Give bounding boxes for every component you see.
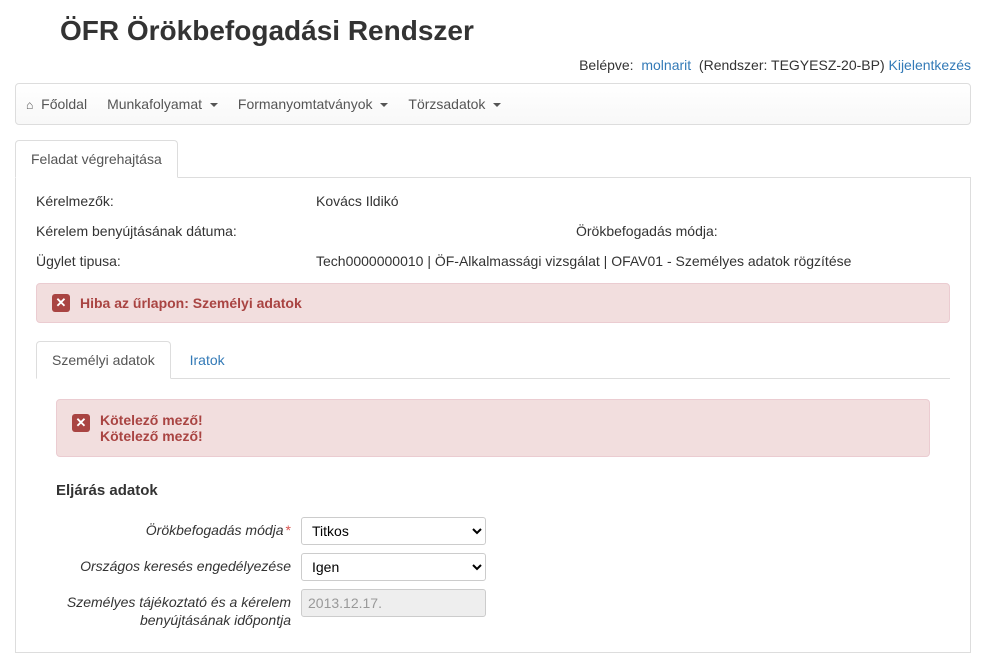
logout-link[interactable]: Kijelentkezés xyxy=(889,57,972,73)
user-bar: Belépve: molnarit (Rendszer: TEGYESZ-20-… xyxy=(0,52,986,83)
nav-forms[interactable]: Formanyomtatványok xyxy=(228,84,399,124)
tab-documents[interactable]: Iratok xyxy=(175,342,240,378)
form-error-text: Hiba az űrlapon: Személyi adatok xyxy=(80,295,302,311)
required-error-line: Kötelező mező! xyxy=(100,428,203,444)
system-label: (Rendszer: TEGYESZ-20-BP) xyxy=(699,57,885,73)
nav-master-data[interactable]: Törzsadatok xyxy=(398,84,511,124)
tab-personal-data[interactable]: Személyi adatok xyxy=(36,341,171,379)
submission-date-label: Kérelem benyújtásának dátuma: xyxy=(36,223,316,239)
section-title-procedure: Eljárás adatok xyxy=(56,482,930,499)
home-icon: ⌂ xyxy=(26,98,33,112)
caret-icon xyxy=(210,103,218,107)
submission-date-value xyxy=(316,223,576,239)
logged-in-label: Belépve: xyxy=(579,57,633,73)
national-search-select[interactable]: Igen xyxy=(301,553,486,581)
applicants-label: Kérelmezők: xyxy=(36,193,316,209)
nav-home-label: Főoldal xyxy=(41,96,87,112)
caret-icon xyxy=(380,103,388,107)
case-type-value: Tech0000000010 | ÖF-Alkalmassági vizsgál… xyxy=(316,253,950,269)
nav-label: Munkafolyamat xyxy=(107,96,202,112)
error-icon: ✕ xyxy=(52,294,70,312)
case-type-label: Ügylet tipusa: xyxy=(36,253,316,269)
adoption-mode-summary-label: Örökbefogadás módja: xyxy=(576,223,718,239)
task-panel: Kérelmezők: Kovács Ildikó Kérelem benyúj… xyxy=(15,178,971,653)
main-nav: ⌂ Főoldal Munkafolyamat Formanyomtatvány… xyxy=(15,83,971,125)
nav-home[interactable]: ⌂ Főoldal xyxy=(16,84,97,124)
username-link[interactable]: molnarit xyxy=(641,57,691,73)
error-icon: ✕ xyxy=(72,414,90,432)
app-title: ÖFR Örökbefogadási Rendszer xyxy=(60,15,986,47)
tab-task-execution[interactable]: Feladat végrehajtása xyxy=(15,140,178,178)
nav-workflow[interactable]: Munkafolyamat xyxy=(97,84,228,124)
applicants-value: Kovács Ildikó xyxy=(316,193,950,209)
submission-time-label: Személyes tájékoztató és a kérelem benyú… xyxy=(56,589,301,629)
required-field-error: ✕ Kötelező mező! Kötelező mező! xyxy=(56,399,930,457)
adoption-mode-label: Örökbefogadás módja* xyxy=(56,517,301,539)
nav-label: Törzsadatok xyxy=(408,96,485,112)
nav-label: Formanyomtatványok xyxy=(238,96,373,112)
form-error-banner: ✕ Hiba az űrlapon: Személyi adatok xyxy=(36,283,950,323)
submission-time-input xyxy=(301,589,486,617)
outer-tab-bar: Feladat végrehajtása xyxy=(15,140,971,178)
personal-data-panel: ✕ Kötelező mező! Kötelező mező! Eljárás … xyxy=(36,379,950,629)
national-search-label: Országos keresés engedélyezése xyxy=(56,553,301,575)
caret-icon xyxy=(493,103,501,107)
inner-tab-bar: Személyi adatok Iratok xyxy=(36,341,950,379)
required-error-line: Kötelező mező! xyxy=(100,412,203,428)
adoption-mode-select[interactable]: Titkos xyxy=(301,517,486,545)
